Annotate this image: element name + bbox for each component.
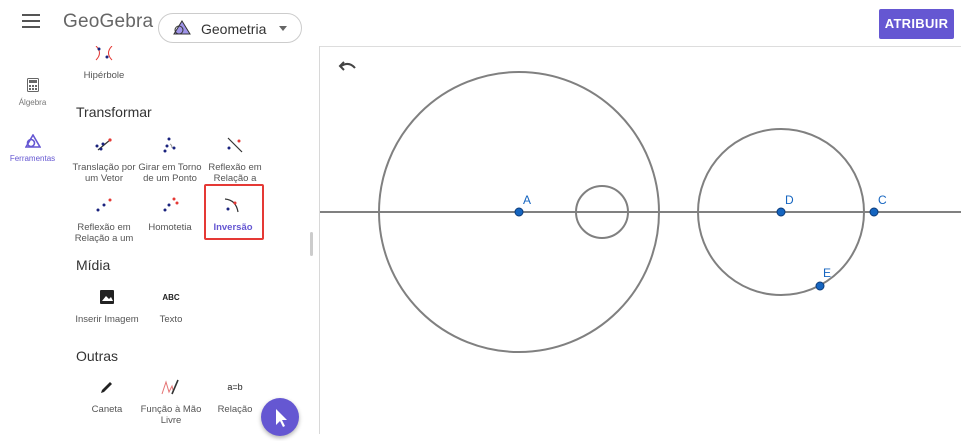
tool-rotate-around-point[interactable]: Girar em Torno de um Ponto <box>138 134 202 184</box>
tool-reflect-about-point[interactable]: Reflexão em Relação a um <box>72 194 136 244</box>
graphics-view[interactable] <box>320 46 961 434</box>
section-title-transform: Transformar <box>76 104 152 120</box>
rail-label-algebra: Álgebra <box>18 98 47 107</box>
tool-label: Homotetia <box>148 222 192 233</box>
rail-item-algebra[interactable]: Álgebra <box>0 78 65 107</box>
relation-icon-glyph: a=b <box>227 381 243 392</box>
undo-button[interactable] <box>338 58 358 74</box>
relation-icon: a=b <box>203 376 267 398</box>
tools-icon <box>24 134 41 148</box>
tool-text[interactable]: ABC Texto <box>139 286 203 326</box>
tool-label: Translação por um Vetor <box>72 162 136 184</box>
tool-reflect-about-line[interactable]: Reflexão em Relação a <box>203 134 267 184</box>
rotate-around-point-icon <box>138 134 202 156</box>
pen-icon <box>75 376 139 398</box>
cursor-arrow-icon <box>276 409 287 427</box>
panel-scrollbar[interactable] <box>310 232 313 256</box>
tool-label: Função à Mão Livre <box>140 404 202 426</box>
undo-icon <box>338 61 356 71</box>
tool-hyperbola[interactable]: Hipérbole <box>72 46 136 81</box>
tools-panel: Hipérbole Transformar Translação por um … <box>65 46 320 434</box>
brand-logo: GeoGebra <box>63 11 154 32</box>
tool-freehand-function[interactable]: Função à Mão Livre <box>139 376 203 426</box>
invert-icon <box>201 194 265 216</box>
calculator-icon <box>26 78 39 92</box>
point-label-d: D <box>785 193 794 207</box>
point-label-c: C <box>878 193 887 207</box>
tool-label: Inserir Imagem <box>75 314 139 325</box>
rail-label-tools: Ferramentas <box>9 154 56 163</box>
tool-invert[interactable]: Inversão <box>201 194 265 233</box>
tool-label: Texto <box>159 314 183 325</box>
app-name: Geometria <box>201 21 267 37</box>
point-a[interactable] <box>514 207 524 217</box>
dilate-icon <box>138 194 202 216</box>
tool-label: Inversão <box>213 222 253 233</box>
top-bar: GeoGebra Geometria ATRIBUIR <box>0 0 961 47</box>
hyperbola-icon <box>72 46 136 64</box>
translate-by-vector-icon <box>72 134 136 156</box>
app-switcher[interactable]: Geometria <box>158 13 302 43</box>
move-tool-button[interactable] <box>261 398 299 436</box>
side-rail: Álgebra Ferramentas <box>0 46 66 434</box>
text-icon: ABC <box>139 286 203 308</box>
tool-label: Hipérbole <box>83 70 125 81</box>
tool-translate-by-vector[interactable]: Translação por um Vetor <box>72 134 136 184</box>
reflect-about-point-icon <box>72 194 136 216</box>
section-title-media: Mídia <box>76 257 111 273</box>
tool-pen[interactable]: Caneta <box>75 376 139 415</box>
assign-button[interactable]: ATRIBUIR <box>879 9 954 39</box>
tool-label: Girar em Torno de um Ponto <box>138 162 202 184</box>
freehand-function-icon <box>139 376 203 398</box>
tool-label: Caneta <box>91 404 123 415</box>
point-c[interactable] <box>869 207 879 217</box>
tool-label: Reflexão em Relação a um <box>74 222 134 244</box>
point-label-a: A <box>523 193 532 207</box>
tool-label: Reflexão em Relação a <box>208 162 262 184</box>
point-label-e: E <box>823 266 832 280</box>
geometry-app-icon <box>173 20 191 41</box>
tool-label: Relação <box>217 404 253 415</box>
rail-item-tools[interactable]: Ferramentas <box>0 134 65 163</box>
section-title-other: Outras <box>76 348 119 364</box>
reflect-about-line-icon <box>203 134 267 156</box>
text-icon-glyph: ABC <box>162 292 180 302</box>
tool-dilate[interactable]: Homotetia <box>138 194 202 233</box>
hamburger-menu-icon[interactable] <box>22 14 40 30</box>
tool-insert-image[interactable]: Inserir Imagem <box>75 286 139 325</box>
tool-relation[interactable]: a=b Relação <box>203 376 267 416</box>
point-e[interactable] <box>815 281 825 291</box>
point-d[interactable] <box>776 207 786 217</box>
image-icon <box>75 286 139 308</box>
chevron-down-icon <box>279 26 287 31</box>
